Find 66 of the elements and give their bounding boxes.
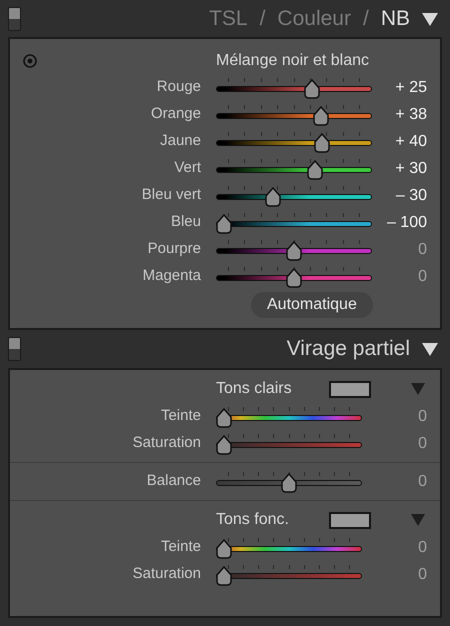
slider[interactable] bbox=[216, 266, 372, 288]
slider-value: 0 bbox=[417, 434, 427, 454]
tab-separator: / bbox=[362, 6, 369, 32]
slider-label: Saturation bbox=[132, 433, 201, 454]
slider[interactable] bbox=[216, 536, 362, 558]
slider-thumb[interactable] bbox=[306, 160, 324, 180]
slider-value: – 100 bbox=[386, 212, 427, 232]
slider-value: 0 bbox=[417, 240, 427, 260]
slider-thumb[interactable] bbox=[285, 268, 303, 288]
slider-label: Rouge bbox=[156, 77, 201, 98]
slider-thumb[interactable] bbox=[215, 434, 233, 454]
color-swatch[interactable] bbox=[329, 512, 371, 528]
slider-thumb[interactable] bbox=[264, 186, 282, 206]
slider-label: Orange bbox=[150, 104, 201, 124]
tone-title: Tons fonc. bbox=[216, 510, 290, 530]
panel-switch[interactable] bbox=[8, 6, 21, 30]
panel-switch[interactable] bbox=[8, 337, 21, 361]
slider-thumb[interactable] bbox=[215, 214, 233, 234]
slider-thumb[interactable] bbox=[285, 240, 303, 260]
slider[interactable] bbox=[216, 184, 372, 206]
slider-label: Bleu bbox=[170, 212, 201, 232]
slider-label: Jaune bbox=[159, 131, 201, 152]
slider-value: + 30 bbox=[394, 158, 427, 178]
panel-title: Virage partiel bbox=[286, 336, 410, 362]
collapse-triangle-icon[interactable] bbox=[422, 12, 438, 26]
slider-label: Balance bbox=[146, 471, 201, 492]
slider[interactable] bbox=[216, 432, 362, 454]
slider-value: + 40 bbox=[394, 132, 427, 152]
slider-value: – 30 bbox=[394, 186, 427, 206]
slider[interactable] bbox=[216, 212, 372, 234]
slider-value: 0 bbox=[417, 472, 427, 492]
slider[interactable] bbox=[216, 158, 372, 180]
slider-thumb[interactable] bbox=[280, 472, 298, 492]
tone-title: Tons clairs bbox=[216, 379, 293, 399]
slider-label: Saturation bbox=[132, 564, 201, 584]
slider-label: Pourpre bbox=[146, 239, 201, 260]
color-swatch[interactable] bbox=[329, 380, 371, 398]
panel-tab[interactable]: NB bbox=[380, 2, 410, 34]
slider[interactable] bbox=[216, 238, 372, 260]
slider[interactable] bbox=[216, 104, 372, 126]
slider-thumb[interactable] bbox=[215, 566, 233, 586]
slider-value: + 25 bbox=[394, 78, 427, 98]
slider-thumb[interactable] bbox=[215, 538, 233, 558]
slider-value: 0 bbox=[417, 538, 427, 558]
slider-label: Bleu vert bbox=[140, 185, 201, 206]
slider-thumb[interactable] bbox=[215, 408, 233, 428]
slider[interactable] bbox=[216, 406, 362, 428]
slider-label: Vert bbox=[173, 158, 201, 178]
section-title: Mélange noir et blanc bbox=[216, 50, 369, 70]
slider-label: Teinte bbox=[160, 537, 201, 558]
auto-button[interactable]: Automatique bbox=[251, 292, 373, 318]
collapse-triangle-icon[interactable] bbox=[422, 342, 438, 356]
slider-thumb[interactable] bbox=[302, 78, 320, 98]
slider-value: 0 bbox=[417, 406, 427, 426]
slider-thumb[interactable] bbox=[312, 106, 330, 126]
tab-separator: / bbox=[260, 6, 266, 32]
slider[interactable] bbox=[216, 130, 372, 152]
slider-value: + 38 bbox=[394, 104, 427, 124]
slider-label: Magenta bbox=[142, 266, 201, 286]
slider[interactable] bbox=[216, 564, 362, 586]
slider[interactable] bbox=[216, 470, 362, 492]
slider-value: 0 bbox=[417, 564, 427, 584]
slider[interactable] bbox=[216, 76, 372, 98]
slider-value: 0 bbox=[417, 266, 427, 286]
slider-label: Teinte bbox=[160, 406, 201, 426]
slider-thumb[interactable] bbox=[313, 132, 331, 152]
